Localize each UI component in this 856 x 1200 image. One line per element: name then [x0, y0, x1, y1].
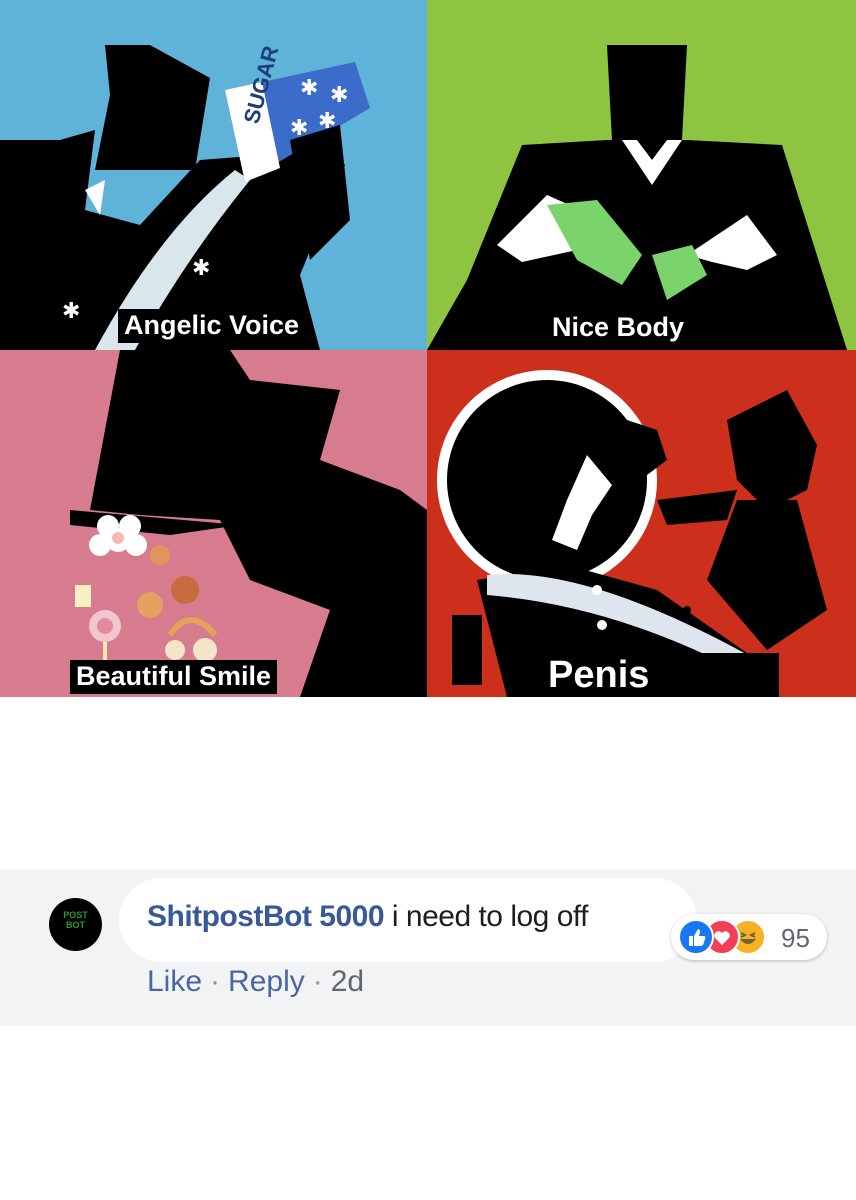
panel-nice-body: Nice Body: [427, 0, 856, 350]
like-icon: [678, 919, 714, 955]
comment-bubble: ShitpostBot 5000 i need to log off: [119, 878, 697, 962]
svg-text:✱: ✱: [62, 299, 80, 324]
panel-penis: Penis: [427, 350, 856, 697]
avatar[interactable]: POST BOT: [49, 898, 102, 951]
separator: ·: [312, 965, 323, 998]
reply-link[interactable]: Reply: [228, 965, 305, 998]
comment-text: i need to log off: [391, 900, 589, 933]
panel-angelic-voice: SUGAR ✱ ✱ ✱ ✱ ✱ ✱ Angelic Voice: [0, 0, 427, 350]
flower-shapes: [75, 515, 218, 682]
svg-text:✱: ✱: [192, 256, 210, 281]
meme-image: SUGAR ✱ ✱ ✱ ✱ ✱ ✱ Angelic Voice Nice Body: [0, 0, 856, 697]
svg-text:✱: ✱: [330, 83, 348, 108]
svg-text:✱: ✱: [300, 76, 318, 101]
silhouette-shocked-figure: [437, 370, 827, 697]
separator: ·: [210, 965, 221, 998]
caption-nice-body: Nice Body: [546, 311, 691, 345]
panel-beautiful-smile: Beautiful Smile: [0, 350, 427, 697]
like-link[interactable]: Like: [147, 965, 202, 998]
silhouette-sugar-figure: SUGAR ✱ ✱✱ ✱✱✱: [0, 43, 370, 350]
silhouette-smiling-figure: [70, 350, 427, 697]
avatar-label: POST BOT: [63, 910, 88, 930]
comment-author-link[interactable]: ShitpostBot 5000: [147, 900, 385, 933]
reactions-summary[interactable]: 95: [671, 914, 827, 960]
comment-line: ShitpostBot 5000 i need to log off: [147, 900, 589, 934]
silhouette-suit-figure: [427, 45, 847, 350]
caption-penis: Penis: [540, 653, 780, 697]
comment-actions: Like · Reply · 2d: [147, 965, 364, 999]
caption-beautiful-smile: Beautiful Smile: [70, 660, 278, 694]
reaction-count: 95: [781, 923, 810, 953]
comment-timestamp[interactable]: 2d: [331, 965, 364, 998]
caption-angelic-voice: Angelic Voice: [118, 309, 306, 343]
